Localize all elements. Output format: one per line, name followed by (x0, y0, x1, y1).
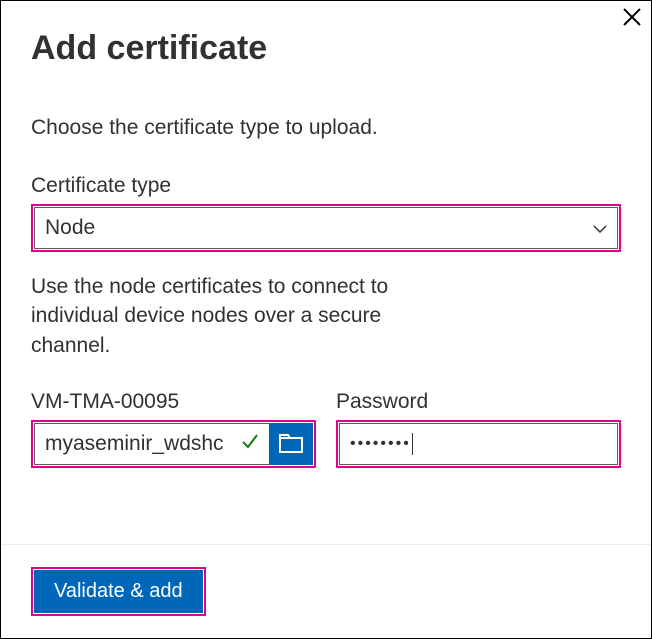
certificate-type-select[interactable]: Node (34, 207, 618, 249)
node-file-row: myaseminir_wdshc (34, 423, 313, 465)
node-file-input[interactable]: myaseminir_wdshc (34, 423, 269, 465)
page-title: Add certificate (31, 29, 621, 68)
panel-footer: Validate & add (1, 544, 651, 638)
checkmark-icon (241, 432, 259, 456)
node-file-name: myaseminir_wdshc (45, 432, 235, 456)
node-file-column: VM-TMA-00095 myaseminir_wdshc (31, 390, 316, 468)
close-icon[interactable] (623, 7, 641, 31)
submit-button-highlight: Validate & add (31, 567, 206, 616)
certificate-type-value: Node (45, 216, 593, 240)
node-file-label: VM-TMA-00095 (31, 390, 316, 414)
panel-content: Add certificate Choose the certificate t… (1, 1, 651, 544)
chevron-down-icon (593, 220, 607, 236)
password-column: Password •••••••• (336, 390, 621, 468)
folder-open-icon (279, 434, 303, 454)
add-certificate-panel: Add certificate Choose the certificate t… (0, 0, 652, 639)
password-label: Password (336, 390, 621, 414)
node-password-row: VM-TMA-00095 myaseminir_wdshc (31, 390, 621, 468)
node-file-highlight: myaseminir_wdshc (31, 420, 316, 468)
validate-add-button[interactable]: Validate & add (34, 570, 203, 613)
text-caret (412, 433, 413, 455)
certificate-type-label: Certificate type (31, 174, 621, 198)
certificate-type-highlight: Node (31, 204, 621, 252)
browse-file-button[interactable] (269, 423, 313, 465)
password-highlight: •••••••• (336, 420, 621, 468)
password-masked: •••••••• (350, 435, 411, 453)
password-input[interactable]: •••••••• (339, 423, 618, 465)
help-text: Use the node certificates to connect to … (31, 272, 451, 360)
intro-text: Choose the certificate type to upload. (31, 116, 621, 140)
